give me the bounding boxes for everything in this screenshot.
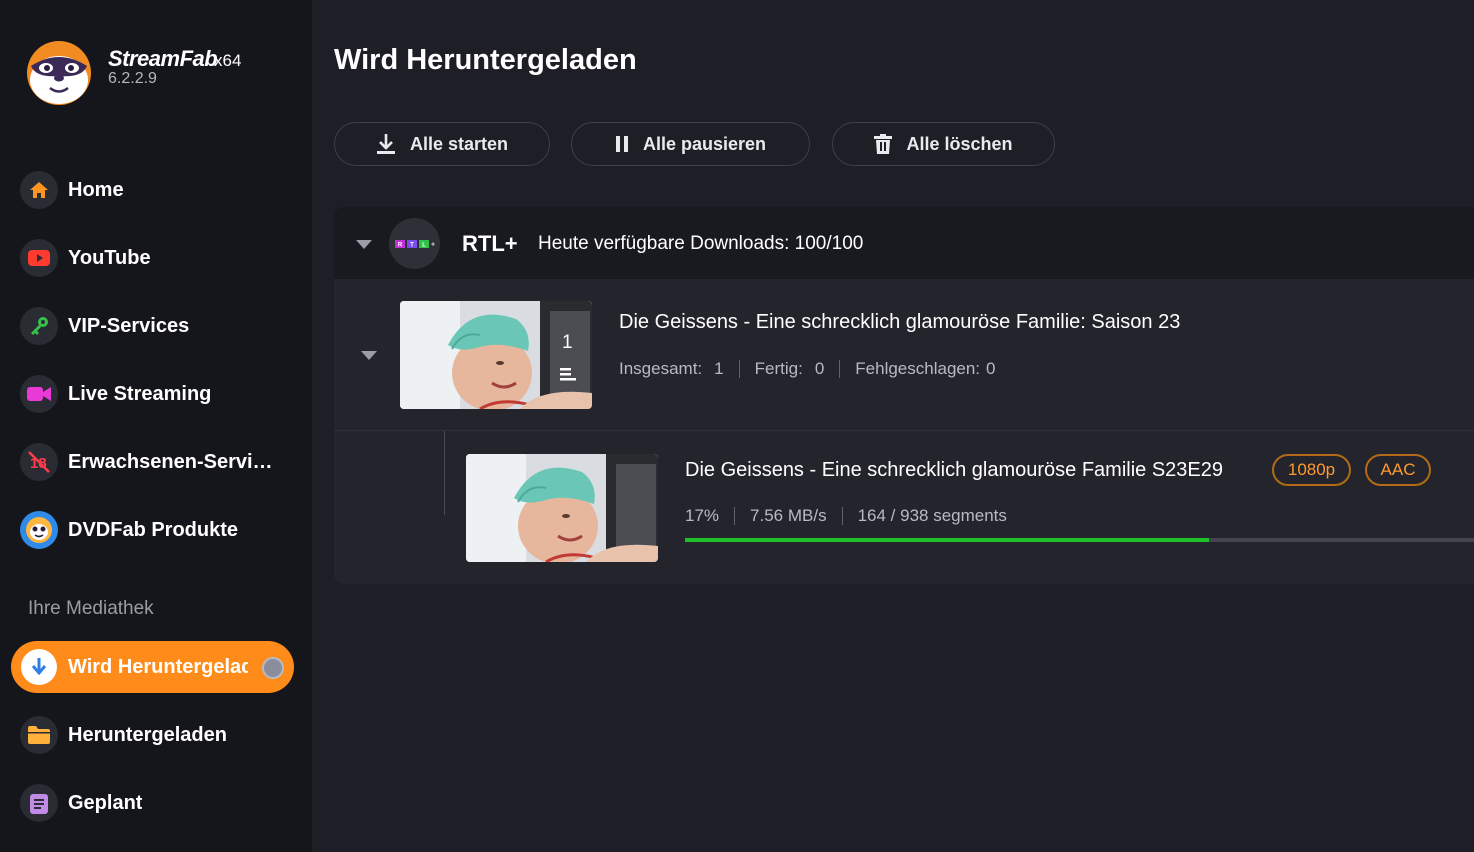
episode-stats: 17% 7.56 MB/s 164 / 938 segments (685, 506, 1007, 526)
sidebar-item-label: Heruntergeladen (68, 723, 227, 746)
divider (839, 360, 841, 378)
sidebar-item-downloaded[interactable]: Heruntergeladen (20, 715, 290, 755)
sidebar-item-label: Wird Heruntergeladen (68, 655, 248, 678)
service-name: RTL+ (462, 231, 518, 256)
sidebar-item-label: Erwachsenen-Services (68, 450, 273, 473)
progress-fill (685, 538, 1209, 542)
group-header: R T L + RTL+ Heute verfügbare Downloads:… (334, 207, 1474, 279)
divider (734, 507, 736, 525)
svg-text:R: R (397, 242, 402, 248)
start-all-label: Alle starten (409, 133, 509, 154)
app-version: 6.2.2.9 (108, 70, 157, 87)
youtube-icon (20, 239, 58, 277)
chevron-down-icon[interactable] (360, 349, 378, 361)
sidebar-item-label: Home (68, 178, 124, 201)
sidebar-item-scheduled[interactable]: Geplant (20, 783, 290, 823)
total-value: 1 (714, 359, 724, 378)
sidebar-item-label: DVDFab Produkte (68, 518, 239, 541)
episode-title: Die Geissens - Eine schrecklich glamourö… (685, 459, 1224, 481)
delete-all-button[interactable]: Alle löschen (832, 122, 1055, 166)
camera-icon (20, 375, 58, 413)
done-value: 0 (814, 359, 825, 378)
delete-all-label: Alle löschen (906, 133, 1013, 154)
tree-connector (444, 431, 445, 515)
sidebar-item-live-streaming[interactable]: Live Streaming (20, 374, 290, 414)
sidebar: StreamFab x64 6.2.2.9 Home YouTube VIP-S… (0, 0, 312, 852)
dvdfab-icon (20, 511, 58, 549)
service-quota: Heute verfügbare Downloads: 100/100 (538, 233, 864, 254)
download-progress-bar (685, 538, 1474, 542)
download-speed: 7.56 MB/s (750, 506, 827, 525)
download-icon (376, 133, 396, 155)
audio-codec-badge: AAC (1365, 454, 1431, 486)
sidebar-item-dvdfab-products[interactable]: DVDFab Produkte (20, 510, 290, 550)
total-label: Insgesamt: (619, 359, 703, 378)
home-icon (20, 171, 58, 209)
start-all-button[interactable]: Alle starten (334, 122, 550, 166)
sidebar-item-downloading[interactable]: Wird Heruntergeladen (11, 641, 294, 693)
failed-value: 0 (986, 359, 996, 378)
svg-text:T: T (410, 242, 414, 248)
segment-count: 164 / 938 segments (857, 506, 1007, 525)
season-row[interactable]: 1 Die Geissens - Eine schrecklich glamou… (334, 279, 1474, 431)
list-icon (560, 367, 576, 386)
pause-icon (615, 136, 629, 152)
episode-thumbnail (466, 454, 658, 562)
season-stats: Insgesamt: 1 Fertig: 0 Fehlgeschlagen: 0 (619, 359, 996, 379)
chevron-down-icon[interactable] (355, 238, 373, 250)
pause-all-button[interactable]: Alle pausieren (571, 122, 810, 166)
divider (738, 360, 740, 378)
svg-text:18: 18 (30, 455, 47, 472)
adult-18-icon: 18 (20, 443, 58, 481)
sidebar-item-label: VIP-Services (68, 314, 190, 337)
sidebar-item-home[interactable]: Home (20, 170, 290, 210)
brand: StreamFab x64 6.2.2.9 (22, 36, 302, 106)
resolution-badge: 1080p (1272, 454, 1351, 486)
svg-text:+: + (430, 241, 434, 248)
done-label: Fertig: (754, 359, 803, 378)
sidebar-item-adult-services[interactable]: 18 Erwachsenen-Services (20, 442, 290, 482)
progress-percent: 17% (685, 506, 720, 525)
schedule-icon (20, 784, 58, 822)
pause-all-label: Alle pausieren (642, 133, 767, 154)
app-arch: x64 (214, 51, 242, 70)
trash-icon (874, 134, 893, 154)
folder-icon (20, 716, 58, 754)
season-thumbnail: 1 (400, 301, 592, 409)
download-group: R T L + RTL+ Heute verfügbare Downloads:… (334, 207, 1474, 584)
sidebar-item-label: Live Streaming (68, 382, 212, 405)
rtl-plus-logo-icon: R T L + (389, 218, 440, 269)
season-episode-count: 1 (562, 332, 573, 353)
streamfab-logo-icon (27, 41, 91, 105)
sidebar-item-label: YouTube (68, 246, 151, 269)
status-badge (262, 657, 284, 679)
sidebar-item-youtube[interactable]: YouTube (20, 238, 290, 278)
download-icon (21, 649, 57, 685)
sidebar-item-vip-services[interactable]: VIP-Services (20, 306, 290, 346)
app-name: StreamFab (108, 46, 218, 71)
key-icon (20, 307, 58, 345)
svg-text:L: L (422, 242, 426, 248)
divider (841, 507, 843, 525)
season-title: Die Geissens - Eine schrecklich glamourö… (619, 311, 1181, 333)
page-title: Wird Heruntergeladen (334, 44, 637, 76)
library-section-title: Ihre Mediathek (28, 598, 154, 619)
sidebar-item-label: Geplant (68, 791, 143, 814)
failed-label: Fehlgeschlagen: (855, 359, 981, 378)
